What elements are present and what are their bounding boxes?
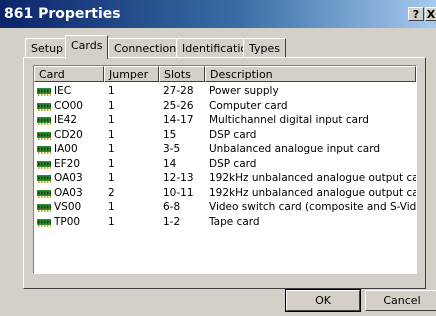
list-item[interactable]: IEC 1 27-28 Power supply	[34, 85, 414, 98]
cell-slots: 10-11	[163, 186, 194, 199]
cell-jumper: 1	[108, 114, 115, 126]
cell-jumper: 1	[108, 128, 115, 141]
cell-description: Video switch card (composite and S-Video…	[209, 201, 417, 213]
cell-slots: 1-2	[163, 215, 181, 228]
tab-label: Types	[249, 42, 280, 55]
list-item[interactable]: EF20 1 14 DSP card	[34, 158, 414, 171]
cell-jumper: 1	[108, 201, 115, 213]
column-header-description[interactable]: Description	[205, 66, 416, 82]
title-bar: 861 Properties ? X	[0, 0, 436, 28]
cell-description: DSP card	[209, 157, 257, 170]
tab-types[interactable]: Types	[243, 38, 286, 58]
cell-slots: 3-5	[163, 143, 181, 155]
list-item[interactable]: VS00 1 6-8 Video switch card (composite and…	[34, 201, 417, 214]
cell-jumper: 1	[108, 172, 115, 184]
cell-jumper: 1	[108, 85, 115, 97]
cell-card: IA00	[54, 143, 78, 155]
circuit-card-icon	[37, 218, 51, 227]
cell-slots: 6-8	[163, 201, 181, 213]
circuit-card-icon	[37, 189, 51, 198]
cell-card: IE42	[54, 114, 78, 126]
circuit-card-icon	[37, 160, 51, 169]
cell-jumper: 1	[108, 157, 115, 170]
cell-description: Multichannel digital input card	[209, 114, 369, 126]
tab-label: Cards	[71, 39, 103, 52]
cell-slots: 14	[163, 157, 177, 170]
list-item[interactable]: IA00 1 3-5 Unbalanced analogue input card	[34, 143, 414, 156]
cell-card: IEC	[54, 85, 72, 97]
column-header-card[interactable]: Card	[34, 66, 104, 82]
column-header-jumper[interactable]: Jumper	[104, 66, 159, 82]
cell-description: Computer card	[209, 99, 288, 112]
circuit-card-icon	[37, 204, 51, 212]
cell-jumper: 1	[108, 215, 115, 228]
cell-card: OA03	[54, 186, 83, 199]
tab-label: Connections	[114, 42, 182, 55]
cell-description: Power supply	[209, 85, 279, 97]
cell-card: OA03	[54, 172, 83, 184]
cell-jumper: 2	[108, 186, 115, 199]
list-item[interactable]: OA03 1 12-13 192kHz unbalanced analogue out…	[34, 172, 417, 185]
cell-description: 192kHz unbalanced analogue output card	[209, 172, 417, 184]
cell-description: Tape card	[209, 215, 260, 228]
tab-setup[interactable]: Setup	[25, 38, 70, 58]
cell-slots: 14-17	[163, 114, 194, 126]
help-button[interactable]: ?	[408, 7, 424, 21]
cards-list[interactable]: Card Jumper Slots Description IEC 1 27-28 P…	[33, 65, 417, 274]
cell-description: Unbalanced analogue input card	[209, 143, 381, 155]
cancel-button[interactable]: Cancel	[365, 290, 436, 311]
list-item[interactable]: OA03 2 10-11 192kHz unbalanced analogue out…	[34, 186, 417, 200]
list-item[interactable]: TP00 1 1-2 Tape card	[34, 216, 414, 229]
cell-slots: 12-13	[163, 172, 194, 184]
cell-slots: 25-26	[163, 99, 194, 112]
circuit-card-icon	[37, 146, 51, 154]
column-header-slots[interactable]: Slots	[159, 66, 205, 82]
close-button[interactable]: X	[425, 7, 436, 21]
tab-label: Setup	[31, 42, 64, 55]
circuit-card-icon	[37, 117, 51, 125]
cell-description: 192kHz unbalanced analogue output card	[209, 186, 417, 199]
tab-cards[interactable]: Cards	[65, 35, 109, 59]
cell-card: CD20	[54, 128, 83, 141]
list-item[interactable]: CO00 1 25-26 Computer card	[34, 100, 414, 113]
cell-card: TP00	[54, 215, 81, 228]
list-item[interactable]: IE42 1 14-17 Multichannel digital input car…	[34, 114, 414, 127]
cell-card: CO00	[54, 99, 83, 112]
cell-slots: 15	[163, 128, 177, 141]
circuit-card-icon	[37, 102, 51, 111]
circuit-card-icon	[37, 175, 51, 183]
cell-card: EF20	[54, 157, 81, 170]
cell-jumper: 1	[108, 99, 115, 112]
cell-slots: 27-28	[163, 85, 194, 97]
cell-description: DSP card	[209, 128, 257, 141]
circuit-card-icon	[37, 131, 51, 140]
cell-card: VS00	[54, 201, 82, 213]
ok-button[interactable]: OK	[285, 289, 361, 312]
list-item[interactable]: CD20 1 15 DSP card	[34, 129, 414, 142]
circuit-card-icon	[37, 88, 51, 96]
cell-jumper: 1	[108, 143, 115, 155]
window-title: 861 Properties	[4, 6, 121, 22]
